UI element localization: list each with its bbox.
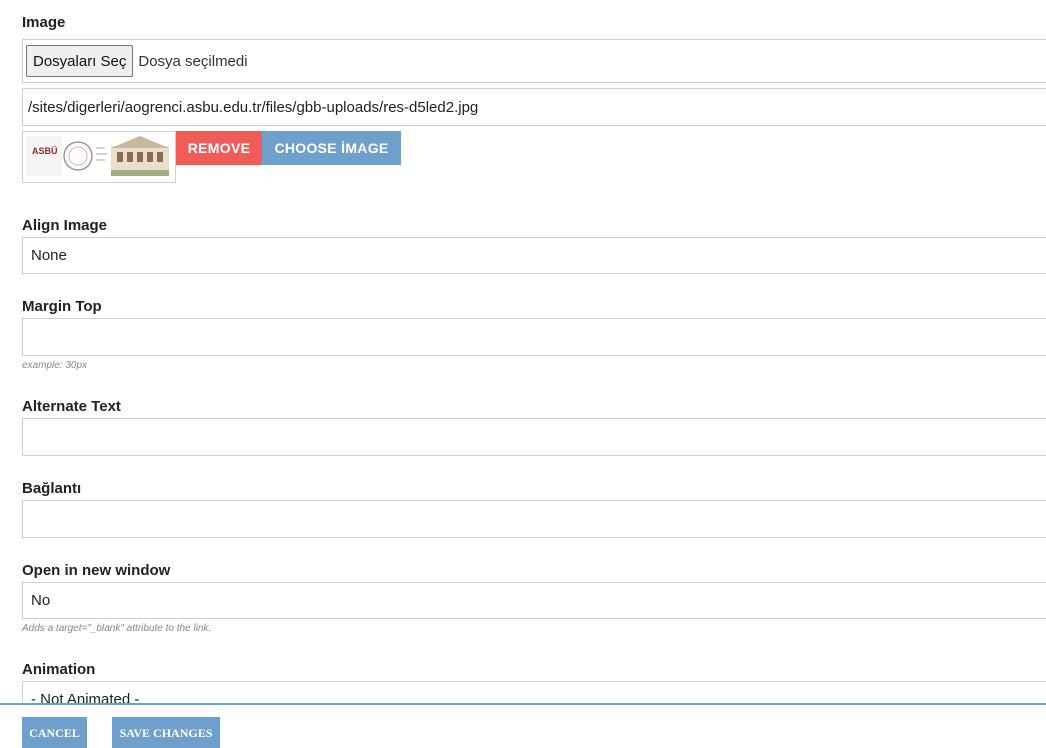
open-new-window-label: Open in new window [22,562,171,579]
thumbnail-logo-text: ASBÜ [32,146,58,156]
cancel-button[interactable]: CANCEL [22,717,87,748]
file-status-text: Dosya seçilmedi [138,52,248,70]
animation-select[interactable]: - Not Animated - [22,681,1046,704]
align-image-select[interactable]: None [22,237,1046,274]
settings-form[interactable]: Image Dosyaları Seç Dosya seçilmedi /sit… [0,0,1046,704]
open-new-window-select[interactable]: No [22,582,1046,619]
dialog-footer: CANCEL SAVE CHANGES [0,703,1046,748]
alternate-text-input[interactable] [22,418,1046,456]
image-path-input[interactable]: /sites/digerleri/aogrenci.asbu.edu.tr/fi… [22,88,1046,126]
align-image-label: Align Image [22,217,108,234]
file-upload-field: Dosyaları Seç Dosya seçilmedi [22,39,1046,83]
choose-files-button[interactable]: Dosyaları Seç [26,45,134,77]
open-new-window-help: Adds a target="_blank" attribute to the … [22,623,212,634]
image-settings-dialog: Image Dosyaları Seç Dosya seçilmedi /sit… [0,0,1046,748]
image-thumbnail-graphic: ASBÜ [23,132,175,182]
choose-image-button[interactable]: CHOOSE İMAGE [262,131,401,165]
animation-label: Animation [22,661,96,678]
link-input[interactable] [22,500,1046,538]
save-changes-button[interactable]: SAVE CHANGES [112,717,220,748]
image-label: Image [22,14,66,31]
remove-image-button[interactable]: REMOVE [176,131,262,165]
image-thumbnail: ASBÜ [22,131,176,183]
alternate-text-label: Alternate Text [22,398,121,415]
margin-top-help: example: 30px [22,360,88,371]
margin-top-input[interactable] [22,318,1046,356]
margin-top-label: Margin Top [22,298,102,315]
link-label: Bağlantı [22,480,82,497]
